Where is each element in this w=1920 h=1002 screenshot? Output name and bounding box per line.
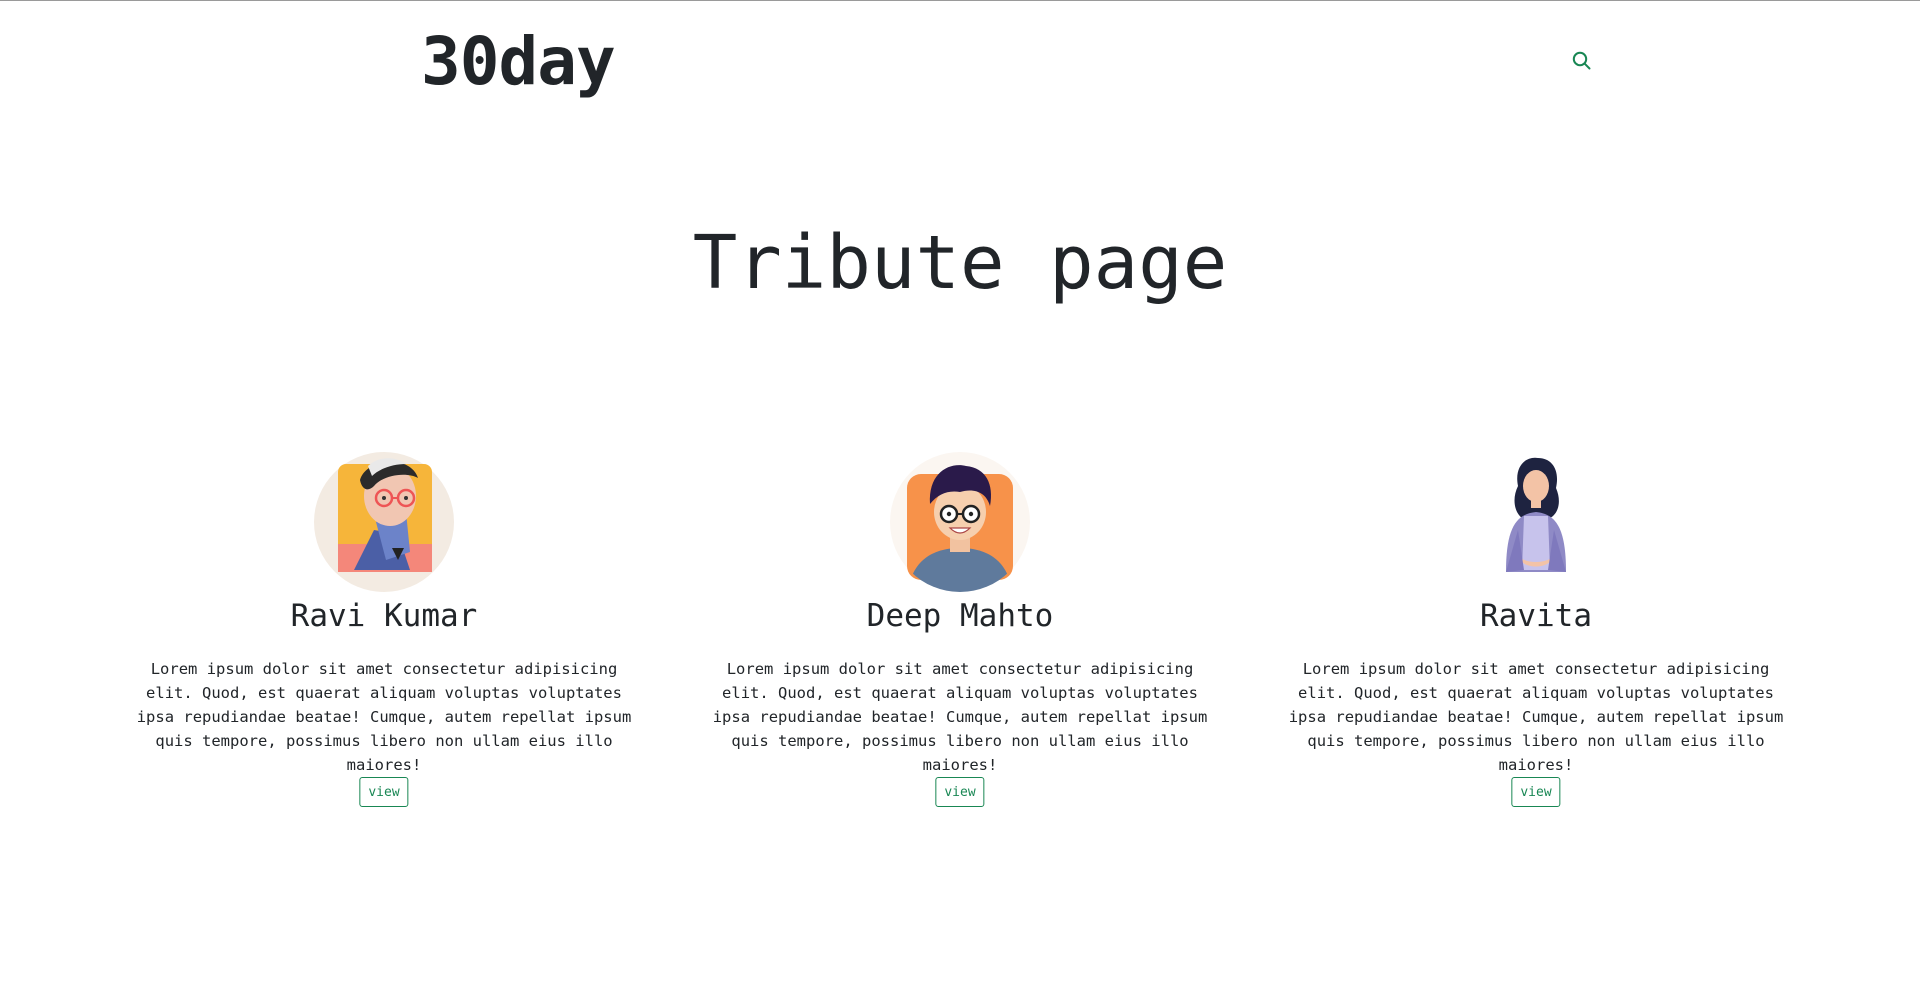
card-name: Ravita <box>1480 598 1592 634</box>
tribute-card-ravi-kumar: Ravi Kumar Lorem ipsum dolor sit amet co… <box>124 452 644 807</box>
view-button[interactable]: view <box>1511 777 1561 807</box>
avatar-icon <box>890 452 1030 592</box>
search-icon <box>1572 51 1591 70</box>
avatar-icon <box>314 452 454 592</box>
page-title: Tribute page <box>692 220 1228 306</box>
view-button[interactable]: view <box>359 777 409 807</box>
tribute-card-deep-mahto: Deep Mahto Lorem ipsum dolor sit amet co… <box>700 452 1220 807</box>
navbar: 30day <box>0 1 1920 119</box>
view-button[interactable]: view <box>935 777 985 807</box>
card-description: Lorem ipsum dolor sit amet consectetur a… <box>712 660 1208 774</box>
card-description: Lorem ipsum dolor sit amet consectetur a… <box>1288 660 1784 774</box>
brand-logo[interactable]: 30day <box>421 22 616 102</box>
avatar-icon <box>1506 457 1566 572</box>
card-name: Ravi Kumar <box>290 598 478 634</box>
card-name: Deep Mahto <box>866 598 1054 634</box>
search-button[interactable] <box>1570 49 1594 73</box>
tribute-card-ravita: Ravita Lorem ipsum dolor sit amet consec… <box>1276 452 1796 807</box>
card-description: Lorem ipsum dolor sit amet consectetur a… <box>136 660 632 774</box>
